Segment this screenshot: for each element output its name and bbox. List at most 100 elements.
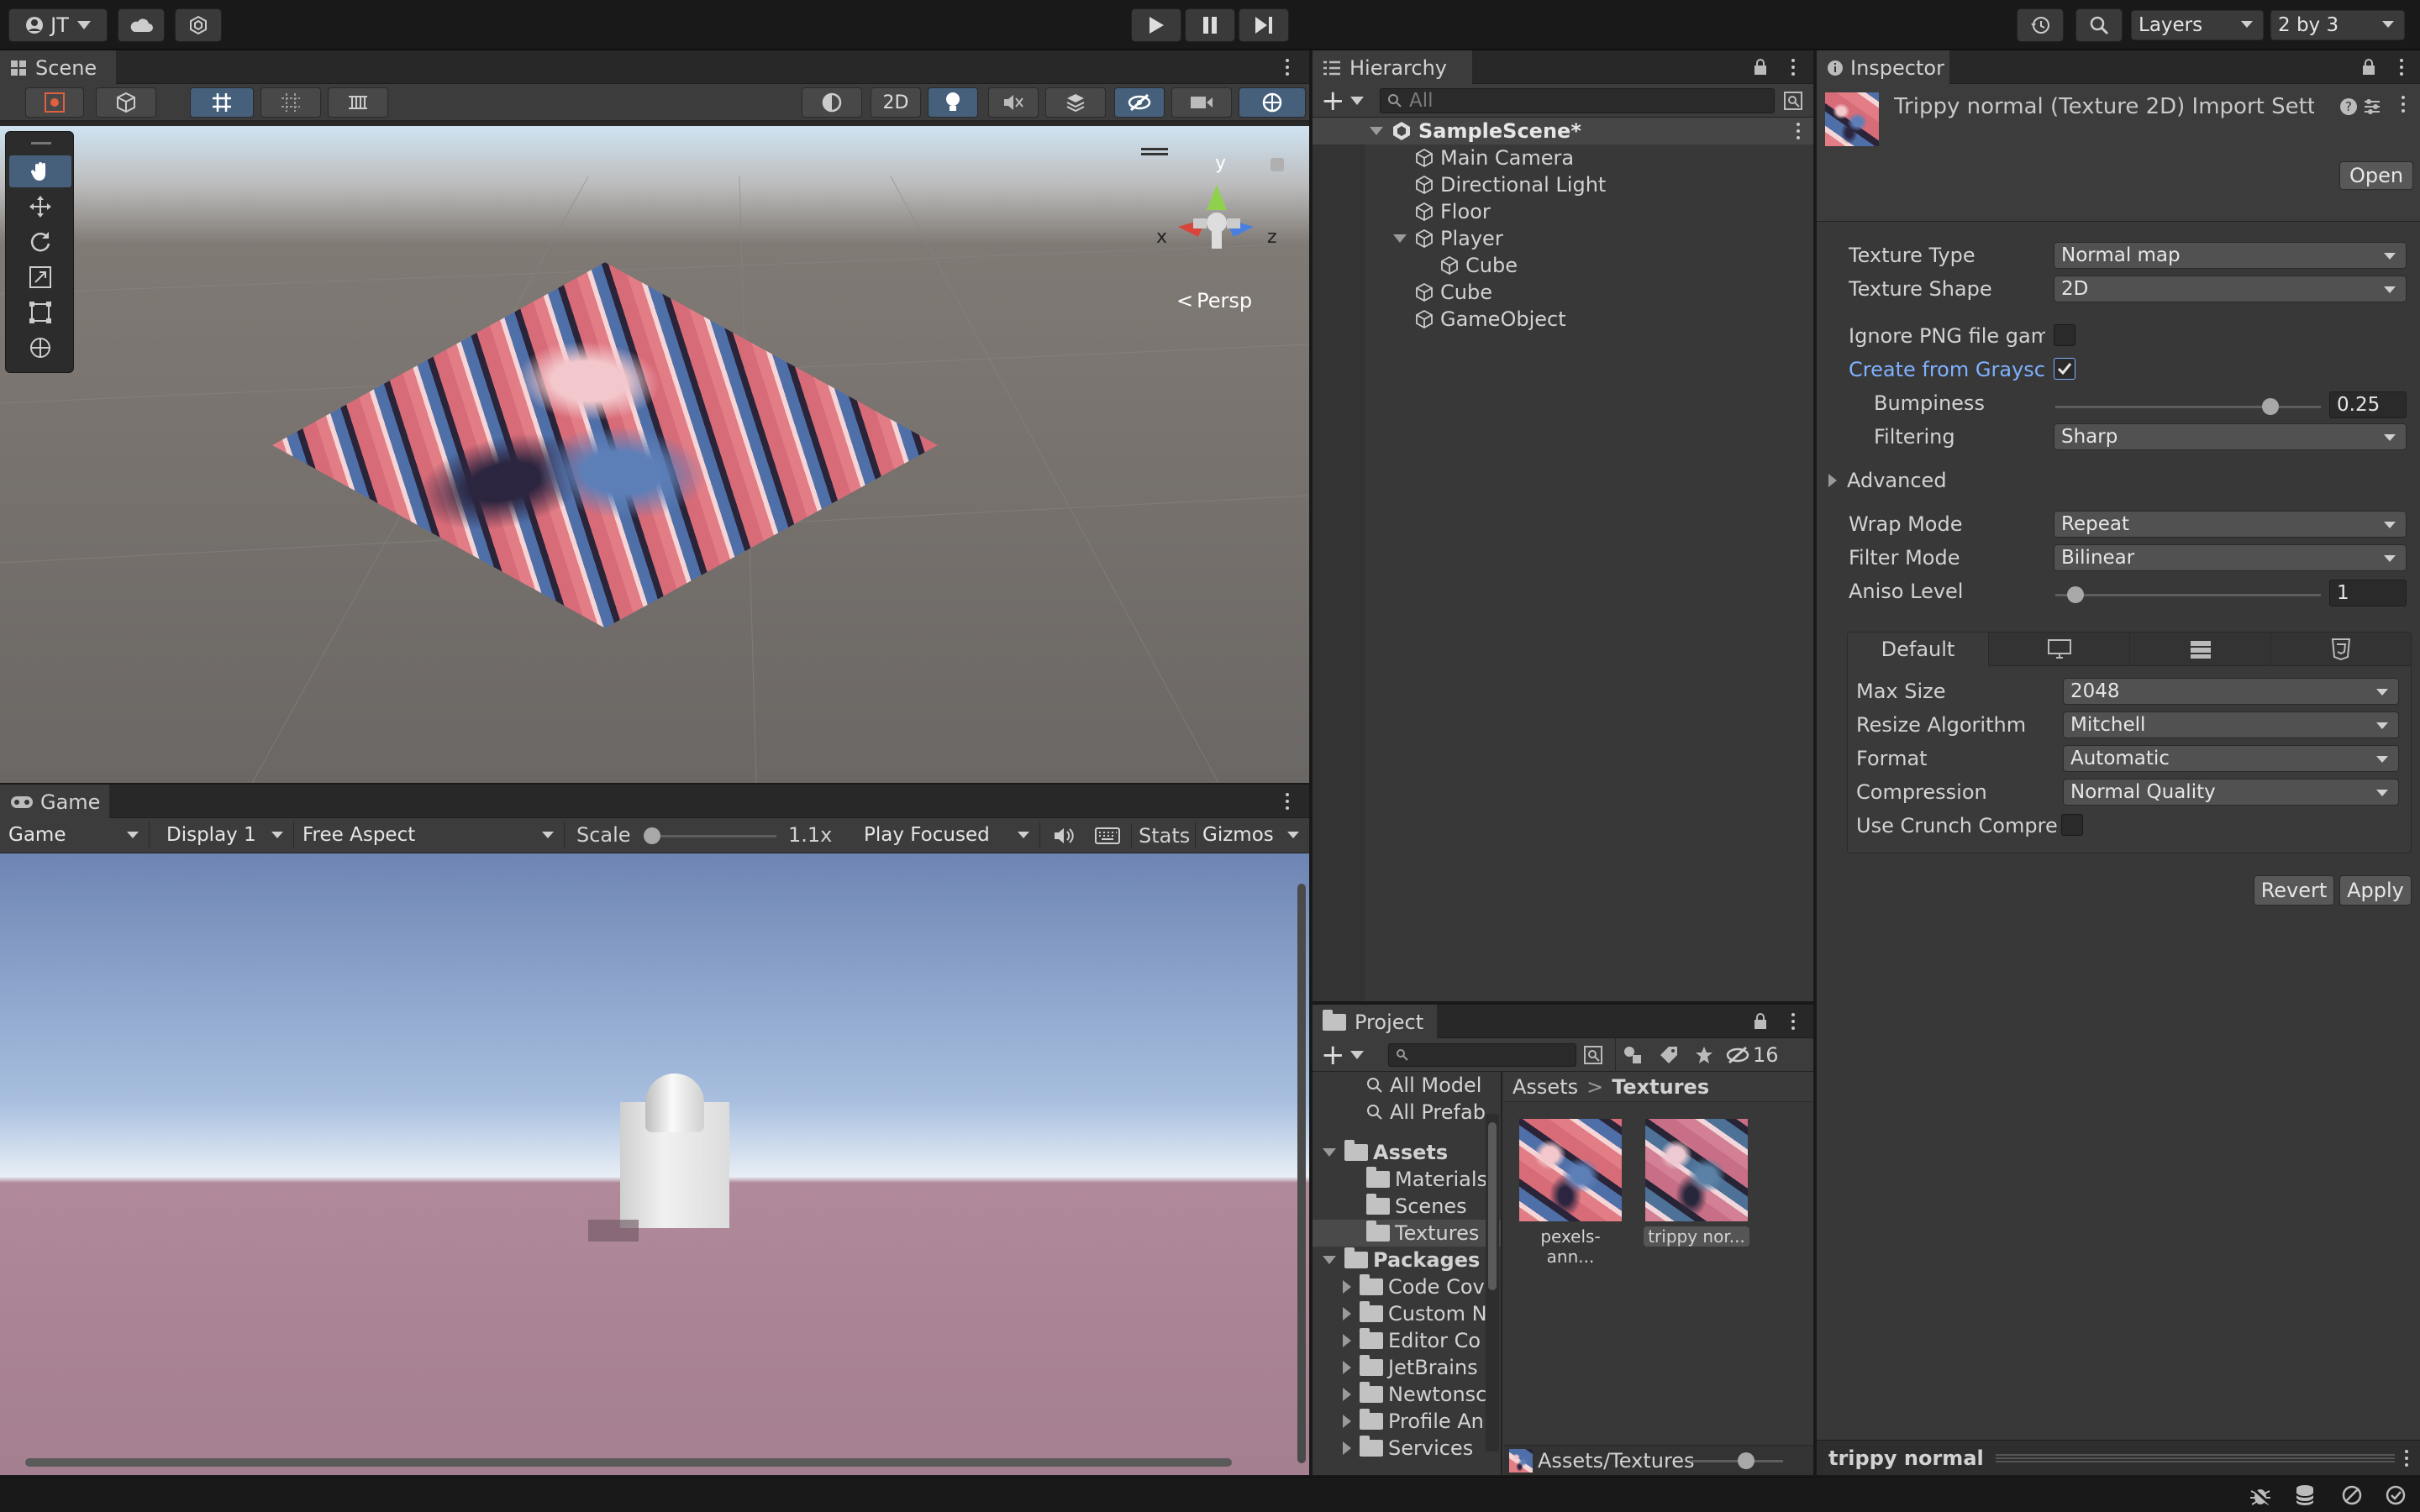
scene-menu-icon[interactable] xyxy=(1277,57,1297,77)
folder-tree-scrollbar[interactable] xyxy=(1486,1114,1499,1452)
folder-packages[interactable]: Packages xyxy=(1313,1247,1501,1273)
filter-by-type-button[interactable] xyxy=(1615,1038,1649,1072)
play-button[interactable] xyxy=(1131,8,1181,42)
search-by-scene-icon[interactable] xyxy=(1583,1045,1603,1065)
projection-toggle[interactable]: < Persp xyxy=(1176,289,1252,312)
move-tool[interactable] xyxy=(9,191,71,223)
preview-drag-handle[interactable] xyxy=(1995,1453,2395,1462)
scene-search-icon[interactable] xyxy=(1783,91,1803,111)
lighting-toggle[interactable] xyxy=(928,87,978,118)
platform-tab-webgl[interactable] xyxy=(2271,633,2411,666)
hierarchy-item-player-cube[interactable]: Cube xyxy=(1313,252,1813,279)
project-search-input[interactable] xyxy=(1388,1043,1576,1067)
thumbnail-size-handle[interactable] xyxy=(1738,1452,1754,1469)
apply-button[interactable]: Apply xyxy=(2339,875,2412,906)
favorites-button[interactable] xyxy=(1687,1038,1721,1072)
folder-textures[interactable]: Textures xyxy=(1313,1220,1501,1247)
aniso-level-slider-handle[interactable] xyxy=(2067,586,2084,603)
filter-mode-dropdown[interactable]: Bilinear xyxy=(2054,544,2407,571)
collab-button[interactable] xyxy=(175,8,222,42)
rotate-tool[interactable] xyxy=(9,226,71,258)
platform-tab-default[interactable]: Default xyxy=(1848,633,1989,666)
database-icon[interactable] xyxy=(2294,1484,2316,1506)
folder-scenes[interactable]: Scenes xyxy=(1313,1193,1501,1220)
scene-viewport[interactable]: y x z < Persp xyxy=(0,126,1309,783)
hierarchy-item-player[interactable]: Player xyxy=(1313,225,1813,252)
scale-tool[interactable] xyxy=(9,261,71,293)
scene-row-menu-icon[interactable] xyxy=(1788,121,1808,141)
package-item[interactable]: Services xyxy=(1313,1435,1501,1462)
create-dropdown[interactable]: + xyxy=(1321,87,1364,115)
tab-hierarchy[interactable]: Hierarchy xyxy=(1313,50,1472,84)
open-button[interactable]: Open xyxy=(2339,161,2413,190)
preview-menu-icon[interactable] xyxy=(2396,1448,2417,1468)
bumpiness-slider-handle[interactable] xyxy=(2262,398,2279,415)
breadcrumb-assets[interactable]: Assets xyxy=(1512,1075,1578,1099)
bumpiness-field[interactable]: 0.25 xyxy=(2329,391,2407,418)
draw-mode-dropdown[interactable] xyxy=(25,87,84,118)
cloud-button[interactable] xyxy=(118,8,165,42)
scene-root-row[interactable]: SampleScene* xyxy=(1313,118,1813,144)
asset-item-trippy-normal[interactable]: trippy nor... xyxy=(1644,1119,1749,1247)
wrap-mode-dropdown[interactable]: Repeat xyxy=(2054,511,2407,538)
aspect-dropdown[interactable]: Free Aspect xyxy=(296,822,565,848)
project-create-dropdown[interactable]: + xyxy=(1321,1041,1364,1069)
grid-visibility-dropdown[interactable] xyxy=(328,87,388,118)
camera-settings-dropdown[interactable] xyxy=(1171,87,1232,118)
package-item[interactable]: Code Cov xyxy=(1313,1273,1501,1300)
tab-game[interactable]: Game xyxy=(0,785,109,818)
lock-icon[interactable] xyxy=(1270,158,1284,171)
filter-by-label-button[interactable] xyxy=(1652,1038,1686,1072)
rect-tool[interactable] xyxy=(9,297,71,328)
undo-history-button[interactable] xyxy=(2017,8,2064,42)
breadcrumb-textures[interactable]: Textures xyxy=(1612,1075,1709,1099)
folder-materials[interactable]: Materials xyxy=(1313,1166,1501,1193)
favorite-all-prefabs[interactable]: All Prefab xyxy=(1313,1099,1501,1126)
play-mode-dropdown[interactable]: Play Focused xyxy=(857,822,1040,848)
compression-dropdown[interactable]: Normal Quality xyxy=(2063,779,2399,806)
shading-mode-dropdown[interactable] xyxy=(802,87,862,118)
package-item[interactable]: Editor Co xyxy=(1313,1327,1501,1354)
thumbnail-size-slider[interactable] xyxy=(1691,1460,1783,1462)
effects-dropdown[interactable] xyxy=(1045,87,1106,118)
advanced-foldout[interactable]: Advanced xyxy=(1828,469,1947,492)
platform-tab-standalone[interactable] xyxy=(1989,633,2130,666)
2d-toggle-button[interactable]: 2D xyxy=(871,87,921,118)
audio-toggle[interactable] xyxy=(988,87,1039,118)
asset-item-pexels[interactable]: pexels-ann... xyxy=(1518,1119,1623,1267)
gizmos-dropdown[interactable] xyxy=(1239,87,1306,118)
scale-slider[interactable] xyxy=(649,835,776,837)
package-item[interactable]: Profile An xyxy=(1313,1408,1501,1435)
hierarchy-search-input[interactable]: All xyxy=(1380,88,1775,113)
game-view-dropdown[interactable]: Game xyxy=(2,822,150,848)
platform-tab-server[interactable] xyxy=(2130,633,2271,666)
help-icon[interactable]: ? xyxy=(2339,97,2358,116)
hierarchy-item-directional-light[interactable]: Directional Light xyxy=(1313,171,1813,198)
hidden-packages-toggle[interactable]: 16 xyxy=(1726,1043,1779,1067)
hierarchy-item-cube[interactable]: Cube xyxy=(1313,279,1813,306)
tab-inspector[interactable]: Inspector xyxy=(1817,50,1949,84)
game-vertical-scrollbar[interactable] xyxy=(1297,884,1306,1463)
tab-scene[interactable]: Scene xyxy=(0,50,116,84)
search-button[interactable] xyxy=(2075,8,2123,42)
account-dropdown[interactable]: JT xyxy=(8,8,108,42)
grid-snap-toggle[interactable] xyxy=(190,87,254,118)
filtering-dropdown[interactable]: Sharp xyxy=(2054,423,2407,450)
lock-icon[interactable] xyxy=(1753,59,1768,76)
hierarchy-item-main-camera[interactable]: Main Camera xyxy=(1313,144,1813,171)
folder-assets[interactable]: Assets xyxy=(1313,1139,1501,1166)
package-item[interactable]: Newtonsc xyxy=(1313,1381,1501,1408)
revert-button[interactable]: Revert xyxy=(2254,875,2334,906)
max-size-dropdown[interactable]: 2048 xyxy=(2063,678,2399,705)
check-circle-icon[interactable] xyxy=(2385,1484,2407,1506)
orientation-gizmo[interactable]: y x z < Persp xyxy=(1126,134,1294,319)
favorite-all-models[interactable]: All Model xyxy=(1313,1072,1501,1099)
audio-toggle-button[interactable] xyxy=(1047,823,1081,848)
game-horizontal-scrollbar[interactable] xyxy=(25,1458,1232,1467)
hierarchy-menu-icon[interactable] xyxy=(1783,57,1803,77)
layout-dropdown[interactable]: 2 by 3 xyxy=(2270,10,2405,40)
lock-icon[interactable] xyxy=(2361,59,2376,76)
aniso-level-field[interactable]: 1 xyxy=(2329,580,2407,606)
layers-dropdown[interactable]: Layers xyxy=(2131,10,2264,40)
game-gizmos-dropdown[interactable]: Gizmos xyxy=(1195,822,1309,848)
